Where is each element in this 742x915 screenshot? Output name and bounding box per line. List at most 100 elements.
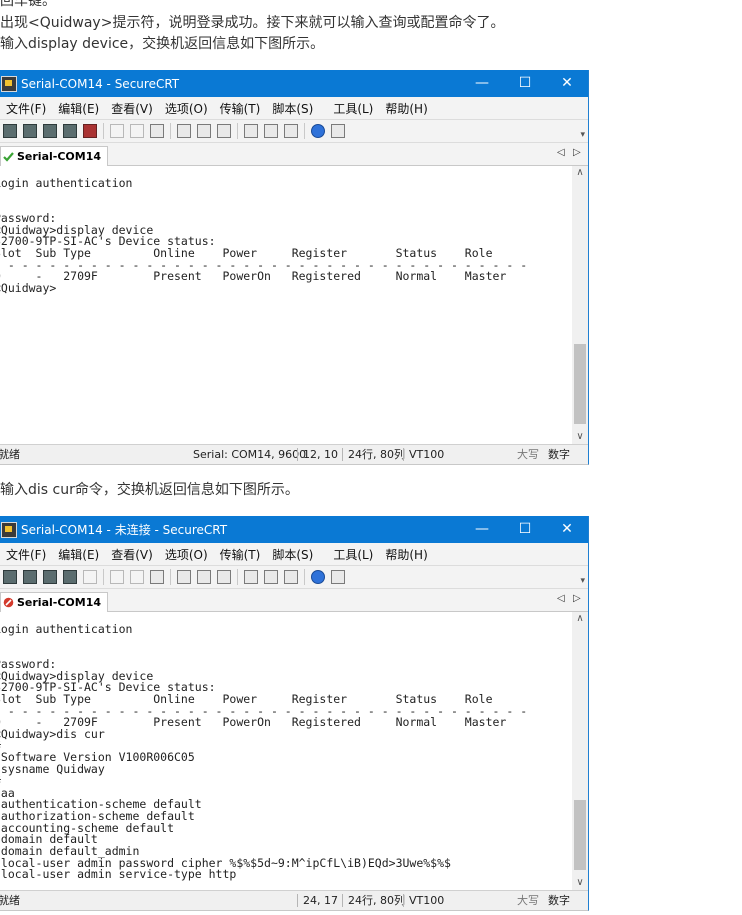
status-divider xyxy=(342,894,343,907)
find-icon[interactable] xyxy=(150,570,164,584)
status-divider xyxy=(403,894,404,907)
connect-icon[interactable] xyxy=(3,124,17,138)
menu-file[interactable]: 文件(F) xyxy=(6,546,46,563)
menu-help[interactable]: 帮助(H) xyxy=(385,546,427,563)
terminal-output: Login authentication Password: <Quidway>… xyxy=(0,621,528,882)
menu-tools[interactable]: 工具(L) xyxy=(333,546,373,563)
terminal-area[interactable]: Login authentication Password: <Quidway>… xyxy=(0,612,588,890)
status-ready: 就绪 xyxy=(0,448,20,461)
printer-icon[interactable] xyxy=(217,124,231,138)
menu-script[interactable]: 脚本(S) xyxy=(272,546,313,563)
article-text-2: 出现<Quidway>提示符，说明登录成功。接下来就可以输入查询或配置命令了。 xyxy=(0,15,505,31)
reconnect-icon[interactable] xyxy=(63,570,77,584)
title-bar[interactable]: Serial-COM14 - 未连接 - SecureCRT — ☐ ✕ xyxy=(0,516,588,543)
help-icon[interactable] xyxy=(311,124,325,138)
connect-icon[interactable] xyxy=(3,570,17,584)
close-button[interactable]: ✕ xyxy=(545,516,589,543)
toolbar-separator xyxy=(304,123,305,139)
menu-options[interactable]: 选项(O) xyxy=(165,100,208,117)
print-setup-icon[interactable] xyxy=(197,570,211,584)
minimize-button[interactable]: — xyxy=(460,70,504,97)
menu-bar: 文件(F) 编辑(E) 查看(V) 选项(O) 传输(T) 脚本(S) 工具(L… xyxy=(0,543,588,566)
scroll-thumb[interactable] xyxy=(574,800,586,870)
status-divider xyxy=(297,894,298,907)
menu-options[interactable]: 选项(O) xyxy=(165,546,208,563)
session-options-icon[interactable] xyxy=(244,124,258,138)
menu-view[interactable]: 查看(V) xyxy=(111,100,153,117)
quick-connect-icon[interactable] xyxy=(23,570,37,584)
connect-in-tab-icon[interactable] xyxy=(43,570,57,584)
status-term-type: VT100 xyxy=(409,448,445,461)
tab-next-button[interactable]: ▷ xyxy=(573,593,581,604)
menu-help[interactable]: 帮助(H) xyxy=(385,100,427,117)
article-text-1: 回车键。 xyxy=(0,0,56,9)
toolbar-separator xyxy=(237,123,238,139)
copy-icon[interactable] xyxy=(110,124,124,138)
quick-connect-icon[interactable] xyxy=(23,124,37,138)
menu-edit[interactable]: 编辑(E) xyxy=(58,546,99,563)
toolbar-separator xyxy=(170,123,171,139)
disconnect-icon[interactable] xyxy=(83,570,97,584)
global-options-icon[interactable] xyxy=(264,570,278,584)
status-serial: Serial: COM14, 9600 xyxy=(193,448,307,461)
menu-script[interactable]: 脚本(S) xyxy=(272,100,313,117)
tab-label: Serial-COM14 xyxy=(17,596,102,609)
status-bar: 就绪 Serial: COM14, 9600 12, 10 24行, 80列 V… xyxy=(0,444,588,464)
securecrt-app-icon xyxy=(1,521,17,538)
window-title: Serial-COM14 - 未连接 - SecureCRT xyxy=(21,523,228,537)
sftp-icon[interactable] xyxy=(331,124,345,138)
close-button[interactable]: ✕ xyxy=(545,70,589,97)
status-divider xyxy=(342,448,343,461)
global-options-icon[interactable] xyxy=(264,124,278,138)
scroll-up-icon[interactable]: ∧ xyxy=(572,612,588,626)
menu-tools[interactable]: 工具(L) xyxy=(333,100,373,117)
vertical-scrollbar[interactable]: ∧ ∨ xyxy=(572,166,588,444)
scroll-down-icon[interactable]: ∨ xyxy=(572,876,588,890)
keymap-icon[interactable] xyxy=(284,124,298,138)
title-bar[interactable]: Serial-COM14 - SecureCRT — ☐ ✕ xyxy=(0,70,588,97)
toolbar-grip-icon: ▾ xyxy=(580,576,585,586)
print-setup-icon[interactable] xyxy=(197,124,211,138)
maximize-button[interactable]: ☐ xyxy=(503,516,547,543)
paste-icon[interactable] xyxy=(130,124,144,138)
menu-transfer[interactable]: 传输(T) xyxy=(220,100,261,117)
session-options-icon[interactable] xyxy=(244,570,258,584)
scroll-up-icon[interactable]: ∧ xyxy=(572,166,588,180)
menu-file[interactable]: 文件(F) xyxy=(6,100,46,117)
print-icon[interactable] xyxy=(177,124,191,138)
disconnect-icon[interactable] xyxy=(83,124,97,138)
keymap-icon[interactable] xyxy=(284,570,298,584)
tab-prev-button[interactable]: ◁ xyxy=(557,147,565,158)
tab-serial-com14[interactable]: Serial-COM14 xyxy=(0,592,109,612)
vertical-scrollbar[interactable]: ∧ ∨ xyxy=(572,612,588,890)
sftp-icon[interactable] xyxy=(331,570,345,584)
minimize-button[interactable]: — xyxy=(460,516,504,543)
printer-icon[interactable] xyxy=(217,570,231,584)
status-rows-cols: 24行, 80列 xyxy=(348,894,405,907)
copy-icon[interactable] xyxy=(110,570,124,584)
menu-transfer[interactable]: 传输(T) xyxy=(220,546,261,563)
help-icon[interactable] xyxy=(311,570,325,584)
scroll-down-icon[interactable]: ∨ xyxy=(572,430,588,444)
paste-icon[interactable] xyxy=(130,570,144,584)
tab-next-button[interactable]: ▷ xyxy=(573,147,581,158)
menu-edit[interactable]: 编辑(E) xyxy=(58,100,99,117)
toolbar-separator xyxy=(103,123,104,139)
scroll-thumb[interactable] xyxy=(574,344,586,424)
menu-view[interactable]: 查看(V) xyxy=(111,546,153,563)
toolbar: ▾ xyxy=(0,566,588,589)
tab-prev-button[interactable]: ◁ xyxy=(557,593,565,604)
status-ready: 就绪 xyxy=(0,894,20,907)
window-title: Serial-COM14 - SecureCRT xyxy=(21,76,180,91)
toolbar-separator xyxy=(170,569,171,585)
session-tab-bar: Serial-COM14 ◁ ▷ xyxy=(0,589,588,612)
find-icon[interactable] xyxy=(150,124,164,138)
status-divider xyxy=(403,448,404,461)
tab-serial-com14[interactable]: Serial-COM14 xyxy=(0,146,109,166)
print-icon[interactable] xyxy=(177,570,191,584)
reconnect-icon[interactable] xyxy=(63,124,77,138)
connect-in-tab-icon[interactable] xyxy=(43,124,57,138)
terminal-area[interactable]: Login authentication Password: <Quidway>… xyxy=(0,166,588,444)
maximize-button[interactable]: ☐ xyxy=(503,70,547,97)
securecrt-app-icon xyxy=(1,75,17,92)
